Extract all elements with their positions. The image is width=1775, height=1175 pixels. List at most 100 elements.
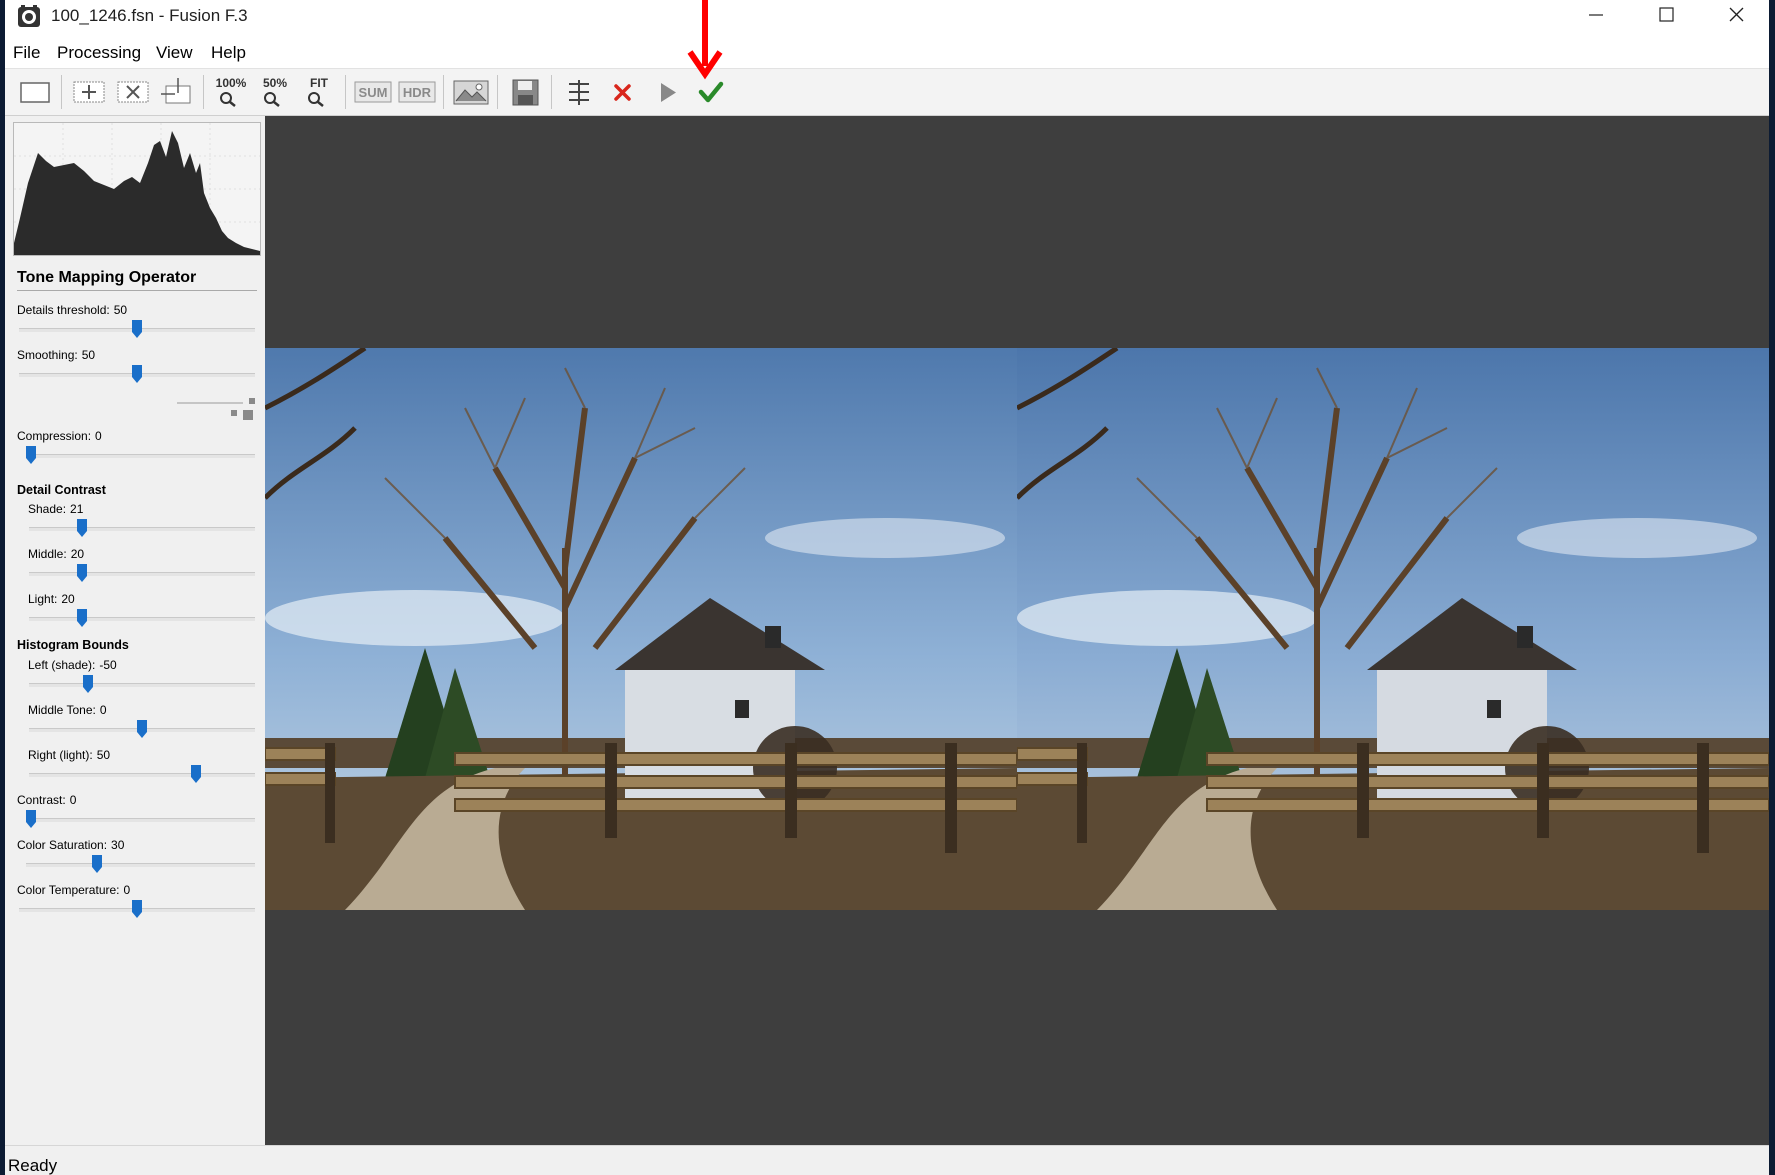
- zoom-fit-label: FIT: [310, 76, 329, 90]
- minimize-button[interactable]: [1561, 0, 1631, 34]
- sum-button[interactable]: SUM: [353, 73, 393, 111]
- histogram-chart: [13, 122, 261, 256]
- details-threshold-value: 50: [113, 303, 128, 317]
- add-image-button[interactable]: [69, 73, 109, 111]
- color-temperature-value: 0: [123, 883, 131, 897]
- select-frame-button[interactable]: [15, 73, 55, 111]
- zoom-fit-button[interactable]: FIT: [299, 73, 339, 111]
- zoom-50-button[interactable]: 50%: [255, 73, 295, 111]
- contrast-label: Contrast: 0: [17, 793, 76, 807]
- slider-thumb[interactable]: [191, 765, 201, 783]
- light-slider[interactable]: [29, 609, 255, 627]
- color-saturation-label-text: Color Saturation:: [17, 838, 108, 852]
- menu-view[interactable]: View: [156, 43, 193, 63]
- slider-thumb[interactable]: [91, 855, 102, 873]
- middle-slider[interactable]: [29, 564, 255, 582]
- close-icon: [1729, 7, 1744, 22]
- color-saturation-slider[interactable]: [26, 855, 255, 873]
- status-text: Ready: [8, 1156, 58, 1175]
- sliders-icon: [569, 80, 589, 105]
- slider-thumb[interactable]: [76, 519, 87, 537]
- smoothing-label-text: Smoothing:: [17, 348, 78, 362]
- preview-image-button[interactable]: [451, 73, 491, 111]
- right-light-slider[interactable]: [29, 765, 255, 783]
- advanced-toggle-icon[interactable]: [177, 396, 259, 422]
- slider-thumb[interactable]: [26, 810, 36, 828]
- shade-slider[interactable]: [29, 519, 255, 537]
- menu-processing[interactable]: Processing: [57, 43, 141, 63]
- slider-thumb[interactable]: [76, 609, 87, 627]
- slider-thumb[interactable]: [132, 320, 142, 338]
- smoothing-label: Smoothing: 50: [17, 348, 95, 362]
- cancel-button[interactable]: [603, 73, 643, 111]
- zoom-50-icon: 50%: [263, 76, 287, 107]
- save-icon: [512, 79, 539, 106]
- maximize-icon: [1659, 7, 1674, 22]
- save-button[interactable]: [505, 73, 545, 111]
- maximize-button[interactable]: [1631, 0, 1701, 34]
- middle-tone-label-text: Middle Tone:: [28, 703, 96, 717]
- toolbar-separator: [497, 75, 498, 109]
- slider-thumb[interactable]: [132, 365, 142, 383]
- settings-sliders-button[interactable]: [559, 73, 599, 111]
- play-button[interactable]: [647, 73, 687, 111]
- shade-label: Shade: 21: [28, 502, 83, 516]
- remove-image-icon: [117, 81, 149, 103]
- image-viewer[interactable]: [265, 116, 1769, 1145]
- color-temperature-label-text: Color Temperature:: [17, 883, 120, 897]
- frame-icon: [20, 82, 50, 103]
- color-saturation-label: Color Saturation: 30: [17, 838, 124, 852]
- color-temperature-slider[interactable]: [19, 900, 255, 918]
- right-light-label: Right (light): 50: [28, 748, 110, 762]
- details-threshold-label-text: Details threshold:: [17, 303, 110, 317]
- smoothing-slider[interactable]: [19, 365, 255, 383]
- left-shade-slider[interactable]: [29, 675, 255, 693]
- close-button[interactable]: [1701, 0, 1769, 34]
- middle-label-text: Middle:: [28, 547, 67, 561]
- zoom-100-button[interactable]: 100%: [211, 73, 251, 111]
- menu-help[interactable]: Help: [211, 43, 246, 63]
- hdr-button[interactable]: HDR: [397, 73, 437, 111]
- window-title: 100_1246.fsn - Fusion F.3: [51, 6, 248, 25]
- middle-tone-value: 0: [99, 703, 107, 717]
- slider-thumb[interactable]: [83, 675, 93, 693]
- cancel-x-icon: [614, 84, 631, 101]
- shade-value: 21: [70, 502, 84, 516]
- remove-image-button[interactable]: [113, 73, 153, 111]
- menu-file[interactable]: File: [13, 43, 40, 63]
- hdr-label: HDR: [403, 85, 432, 100]
- toolbar: 100% 50% FIT SUM HDR: [5, 69, 1769, 116]
- landscape-image-icon: [453, 80, 489, 105]
- toolbar-separator: [345, 75, 346, 109]
- source-image-preview: [265, 348, 1017, 910]
- slider-thumb[interactable]: [26, 446, 36, 464]
- smoothing-value: 50: [81, 348, 96, 362]
- middle-tone-slider[interactable]: [29, 720, 255, 738]
- slider-thumb[interactable]: [132, 900, 142, 918]
- contrast-slider[interactable]: [26, 810, 255, 828]
- status-bar: Ready: [5, 1145, 1769, 1175]
- light-label: Light: 20: [28, 592, 75, 606]
- slider-thumb[interactable]: [76, 564, 87, 582]
- shade-label-text: Shade:: [28, 502, 67, 516]
- sum-label: SUM: [359, 85, 388, 100]
- right-light-value: 50: [96, 748, 111, 762]
- crop-button[interactable]: [157, 73, 197, 111]
- zoom-100-label: 100%: [216, 76, 247, 90]
- details-threshold-slider[interactable]: [19, 320, 255, 338]
- right-light-label-text: Right (light):: [28, 748, 93, 762]
- middle-value: 20: [70, 547, 85, 561]
- tone-mapped-image-preview: [1017, 348, 1769, 910]
- annotation-arrow-icon: [687, 0, 723, 80]
- hdr-icon: HDR: [398, 81, 436, 103]
- slider-thumb[interactable]: [137, 720, 147, 738]
- compression-slider[interactable]: [26, 446, 255, 464]
- menu-bar: File Processing View Help: [5, 34, 1769, 69]
- tmo-divider: [17, 290, 257, 291]
- title-bar: 100_1246.fsn - Fusion F.3: [5, 0, 1769, 34]
- left-shade-label: Left (shade): -50: [28, 658, 117, 672]
- app-window: 100_1246.fsn - Fusion F.3 File Processin…: [5, 0, 1769, 1175]
- compression-label-text: Compression:: [17, 429, 92, 443]
- middle-label: Middle: 20: [28, 547, 84, 561]
- toolbar-separator: [551, 75, 552, 109]
